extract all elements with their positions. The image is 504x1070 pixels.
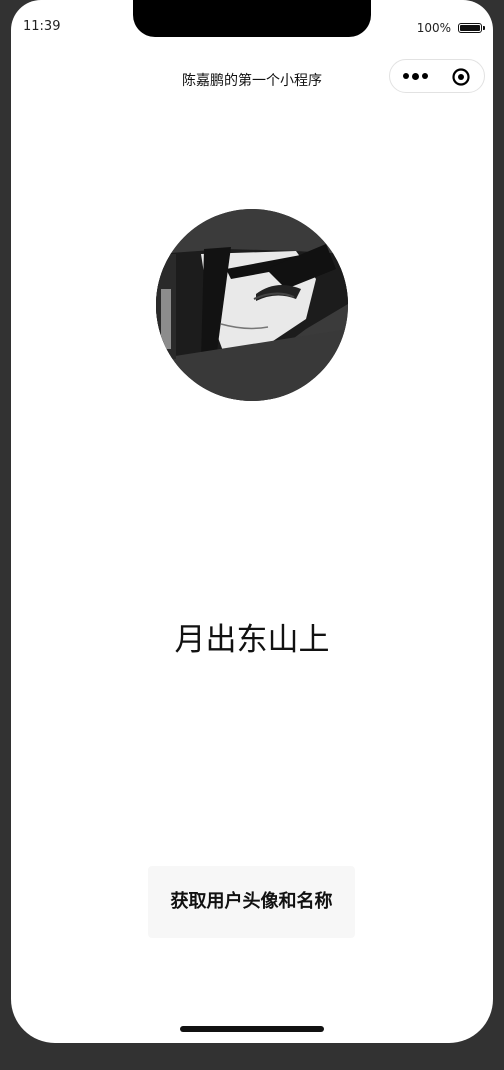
target-close-icon[interactable] xyxy=(452,68,470,86)
phone-screen: 11:39 100% 陈嘉鹏的第一个小程序 月出东山上 获取用户头像和名称 xyxy=(11,0,493,1043)
get-user-profile-button[interactable]: 获取用户头像和名称 xyxy=(148,866,355,938)
user-avatar-image xyxy=(156,209,348,401)
battery-percentage: 100% xyxy=(416,21,451,35)
home-indicator[interactable] xyxy=(180,1026,324,1032)
more-dots-icon[interactable] xyxy=(400,68,430,84)
status-time: 11:39 xyxy=(23,19,61,34)
device-notch xyxy=(133,0,371,37)
mini-program-capsule xyxy=(389,59,485,93)
battery-icon xyxy=(458,23,485,33)
user-nickname: 月出东山上 xyxy=(174,622,330,658)
